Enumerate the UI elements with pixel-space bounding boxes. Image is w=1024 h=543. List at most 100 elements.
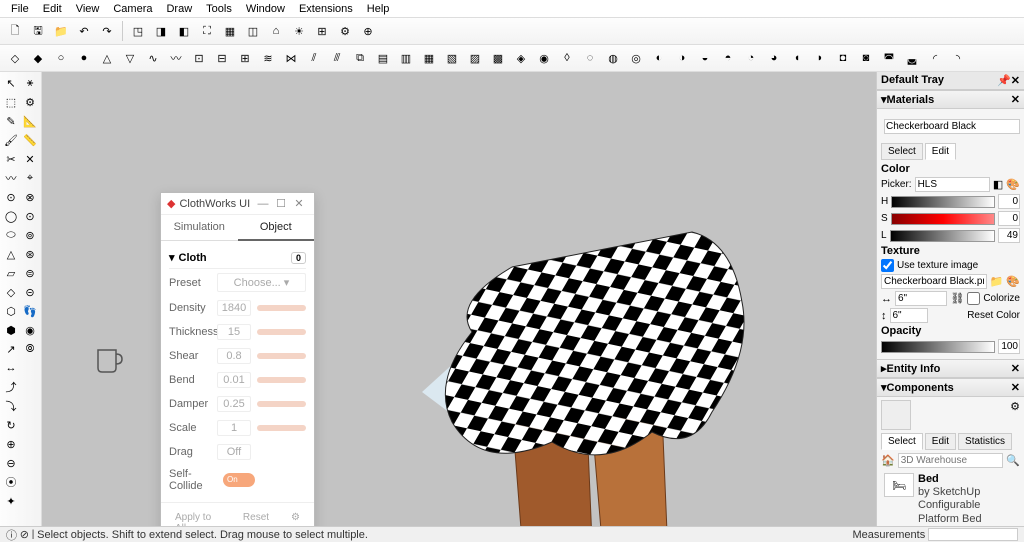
tool-icon[interactable]: ✕: [21, 150, 39, 168]
tex-height[interactable]: [890, 308, 929, 323]
tool-icon[interactable]: ◎: [625, 47, 647, 69]
tool-icon[interactable]: ▱: [2, 264, 20, 282]
density-value[interactable]: 1840: [217, 300, 251, 316]
minimize-icon[interactable]: ―: [254, 198, 272, 210]
menu-view[interactable]: View: [69, 1, 107, 17]
tool-icon[interactable]: ⊛: [21, 245, 39, 263]
comp-tab-select[interactable]: Select: [881, 433, 923, 450]
tool-icon[interactable]: ⊖: [2, 454, 20, 472]
tool-icon[interactable]: ↖: [2, 74, 20, 92]
tool-icon[interactable]: ▦: [219, 20, 241, 42]
component-options-icon[interactable]: ⚙: [1010, 400, 1020, 430]
tool-icon[interactable]: ◖: [786, 47, 808, 69]
tool-icon[interactable]: ◜: [924, 47, 946, 69]
tool-icon[interactable]: ↶: [73, 20, 95, 42]
tool-icon[interactable]: 〰: [2, 169, 20, 187]
measurements-input[interactable]: [928, 528, 1018, 541]
reset-button[interactable]: Reset: [235, 509, 277, 526]
apply-all-button[interactable]: Apply to All: [167, 509, 229, 526]
reset-color-button[interactable]: Reset Color: [967, 310, 1020, 321]
panel-close-icon[interactable]: ✕: [1011, 362, 1020, 375]
tex-width[interactable]: [895, 291, 947, 306]
status-icon[interactable]: ⓘ: [6, 527, 17, 543]
tool-icon[interactable]: ⫻: [326, 47, 348, 69]
tool-icon[interactable]: ◉: [21, 321, 39, 339]
materials-tab-select[interactable]: Select: [881, 143, 923, 160]
tool-icon[interactable]: ◚: [878, 47, 900, 69]
tool-icon[interactable]: 📁: [50, 20, 72, 42]
tool-icon[interactable]: ▨: [464, 47, 486, 69]
tool-icon[interactable]: ▤: [372, 47, 394, 69]
tool-icon[interactable]: ✂: [2, 150, 20, 168]
tool-icon[interactable]: ▧: [441, 47, 463, 69]
tool-icon[interactable]: ◫: [242, 20, 264, 42]
tool-icon[interactable]: ◇: [4, 47, 26, 69]
panel-close-icon[interactable]: ✕: [1011, 381, 1020, 394]
s-slider[interactable]: [891, 213, 995, 225]
selfcollide-toggle[interactable]: On: [223, 473, 255, 487]
tool-icon[interactable]: ⊞: [311, 20, 333, 42]
bend-value[interactable]: 0.01: [217, 372, 251, 388]
l-slider[interactable]: [890, 230, 995, 242]
scale-slider[interactable]: [257, 425, 306, 431]
tool-icon[interactable]: ⊚: [21, 226, 39, 244]
tool-icon[interactable]: ⤵: [2, 397, 20, 415]
tool-icon[interactable]: ⊗: [21, 188, 39, 206]
tool-icon[interactable]: ◨: [150, 20, 172, 42]
tool-icon[interactable]: ◈: [510, 47, 532, 69]
link-icon[interactable]: ⛓: [950, 292, 964, 305]
tool-icon[interactable]: ◯: [2, 207, 20, 225]
tool-icon[interactable]: ○: [50, 47, 72, 69]
tool-icon[interactable]: ◍: [602, 47, 624, 69]
opacity-value[interactable]: [998, 339, 1020, 354]
shear-value[interactable]: 0.8: [217, 348, 251, 364]
density-slider[interactable]: [257, 305, 306, 311]
damper-value[interactable]: 0.25: [217, 396, 251, 412]
tool-icon[interactable]: 📐: [21, 112, 39, 130]
s-value[interactable]: [998, 211, 1020, 226]
tool-icon[interactable]: ↷: [96, 20, 118, 42]
colorize-checkbox[interactable]: [967, 292, 980, 305]
component-search[interactable]: [898, 453, 1004, 468]
tool-icon[interactable]: ☀: [288, 20, 310, 42]
tool-icon[interactable]: ⊡: [188, 47, 210, 69]
tool-icon[interactable]: ▽: [119, 47, 141, 69]
panel-close-icon[interactable]: ✕: [1011, 93, 1020, 106]
tool-icon[interactable]: 🗋: [4, 20, 26, 42]
tool-icon[interactable]: ⚹: [21, 74, 39, 92]
damper-slider[interactable]: [257, 401, 306, 407]
tool-icon[interactable]: ◆: [27, 47, 49, 69]
dialog-titlebar[interactable]: ◆ ClothWorks UI ― ☐ ✕: [161, 193, 314, 215]
menu-draw[interactable]: Draw: [159, 1, 199, 17]
tool-icon[interactable]: ⌖: [21, 169, 39, 187]
tool-icon[interactable]: ✎: [2, 112, 20, 130]
comp-tab-edit[interactable]: Edit: [925, 433, 956, 450]
tool-icon[interactable]: ◉: [533, 47, 555, 69]
section-cloth[interactable]: Cloth: [179, 252, 207, 264]
search-icon[interactable]: 🔍: [1006, 454, 1020, 467]
preset-dropdown[interactable]: Choose... ▾: [217, 273, 306, 292]
texture-file-input[interactable]: [881, 274, 987, 289]
tool-icon[interactable]: ⊝: [21, 283, 39, 301]
tool-icon[interactable]: 🖌: [2, 131, 20, 149]
maximize-icon[interactable]: ☐: [272, 197, 290, 210]
tool-icon[interactable]: ▦: [418, 47, 440, 69]
tool-icon[interactable]: ⬭: [2, 226, 20, 244]
menu-help[interactable]: Help: [360, 1, 397, 17]
tool-icon[interactable]: ⊞: [234, 47, 256, 69]
tool-icon[interactable]: ⫽: [303, 47, 325, 69]
picker-select[interactable]: [915, 177, 990, 192]
list-item[interactable]: 🛏Bedby SketchUpConfigurable Platform Bed: [881, 470, 1020, 526]
tool-icon[interactable]: ⦿: [2, 473, 20, 491]
tool-icon[interactable]: ◑: [671, 47, 693, 69]
status-icon[interactable]: ⊘: [20, 528, 29, 541]
tool-icon[interactable]: ⊕: [2, 435, 20, 453]
tool-icon[interactable]: ⊕: [357, 20, 379, 42]
tool-icon[interactable]: ◙: [855, 47, 877, 69]
tool-icon[interactable]: 👣: [21, 302, 39, 320]
material-name-input[interactable]: [884, 119, 1020, 134]
tool-icon[interactable]: ▩: [487, 47, 509, 69]
tool-icon[interactable]: ◛: [901, 47, 923, 69]
tool-icon[interactable]: ⋈: [280, 47, 302, 69]
tool-icon[interactable]: ↻: [2, 416, 20, 434]
